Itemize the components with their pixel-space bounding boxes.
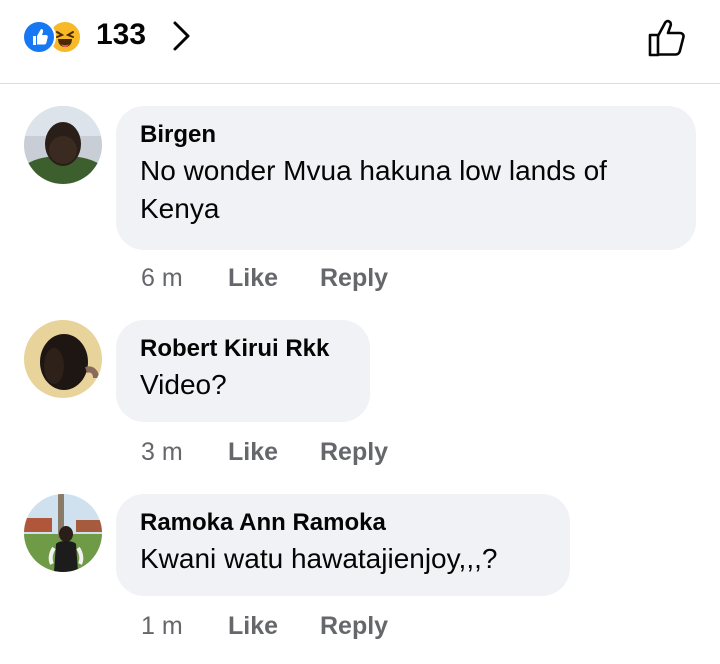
comment-time[interactable]: 1 m — [141, 612, 183, 641]
comment-text: Video? — [140, 369, 227, 400]
like-button[interactable]: Like — [228, 612, 278, 641]
reply-button[interactable]: Reply — [320, 264, 388, 293]
comment-bubble[interactable]: Robert Kirui Rkk Video? — [116, 320, 370, 422]
comment-time[interactable]: 6 m — [141, 264, 183, 293]
comment-item: Robert Kirui Rkk Video? 3 m Like Reply — [0, 320, 720, 480]
comment-author[interactable]: Ramoka Ann Ramoka — [140, 508, 546, 538]
comment-time[interactable]: 3 m — [141, 438, 183, 467]
comment-author[interactable]: Birgen — [140, 120, 672, 150]
like-button[interactable]: Like — [228, 438, 278, 467]
comment-item: Birgen No wonder Mvua hakuna low lands o… — [0, 106, 720, 296]
reaction-count[interactable]: 133 — [96, 18, 146, 52]
reply-button[interactable]: Reply — [320, 438, 388, 467]
chevron-right-icon[interactable] — [172, 20, 192, 52]
thumbs-up-icon[interactable] — [646, 16, 690, 60]
avatar[interactable] — [24, 494, 102, 572]
comment-text: Kwani watu hawatajienjoy,,,? — [140, 543, 498, 574]
comment-bubble[interactable]: Birgen No wonder Mvua hakuna low lands o… — [116, 106, 696, 250]
comment-text: No wonder Mvua hakuna low lands of Kenya — [140, 155, 607, 224]
reactions-header: 133 — [0, 0, 720, 84]
avatar[interactable] — [24, 320, 102, 398]
avatar[interactable] — [24, 106, 102, 184]
comment-item: Ramoka Ann Ramoka Kwani watu hawatajienj… — [0, 494, 720, 654]
reply-button[interactable]: Reply — [320, 612, 388, 641]
like-button[interactable]: Like — [228, 264, 278, 293]
comment-bubble[interactable]: Ramoka Ann Ramoka Kwani watu hawatajienj… — [116, 494, 570, 596]
like-icon — [22, 20, 56, 54]
comment-author[interactable]: Robert Kirui Rkk — [140, 334, 346, 364]
reaction-summary[interactable] — [22, 20, 82, 56]
